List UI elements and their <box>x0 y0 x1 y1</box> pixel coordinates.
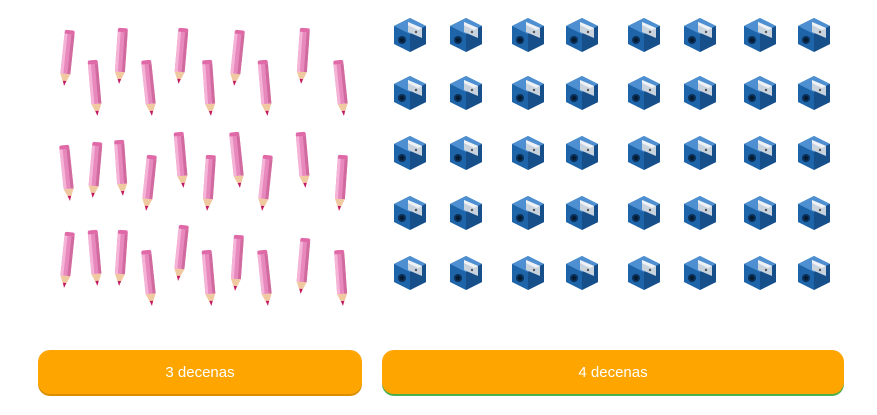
sharpener-icon <box>738 12 782 56</box>
sharpener-icon <box>560 70 604 114</box>
sharpener-icon <box>388 190 432 234</box>
pencil-icon <box>112 228 130 289</box>
sharpener-icon <box>444 130 488 174</box>
sharpener-icon <box>506 190 550 234</box>
pencil-icon <box>199 248 218 309</box>
sharpener-icon <box>792 12 836 56</box>
pencil-icon <box>171 26 190 87</box>
sharpener-icon <box>678 70 722 114</box>
sharpener-icon <box>444 250 488 294</box>
pencil-icon <box>200 153 218 214</box>
sharpener-icon <box>792 250 836 294</box>
pencil-icon <box>57 229 77 290</box>
sharpener-icon <box>444 190 488 234</box>
pencil-group <box>38 18 362 318</box>
sharpener-icon <box>444 12 488 56</box>
sharpener-icon <box>622 250 666 294</box>
sharpener-icon <box>678 12 722 56</box>
sharpener-icon <box>506 12 550 56</box>
pencil-icon <box>139 247 159 308</box>
pencil-icon <box>255 152 275 213</box>
pencil-icon <box>331 57 351 118</box>
sharpener-group <box>382 8 844 318</box>
answer-option-3-decenas[interactable]: 3 decenas <box>38 350 362 394</box>
sharpener-icon <box>506 130 550 174</box>
pencil-icon <box>57 27 77 88</box>
sharpener-icon <box>388 250 432 294</box>
sharpener-icon <box>622 70 666 114</box>
sharpener-icon <box>738 70 782 114</box>
sharpener-icon <box>622 12 666 56</box>
sharpener-icon <box>560 12 604 56</box>
pencil-icon <box>112 26 130 87</box>
pencil-icon <box>332 248 350 309</box>
pencil-icon <box>171 130 190 191</box>
sharpener-icon <box>792 70 836 114</box>
pencil-icon <box>228 233 246 294</box>
pencil-icon <box>294 26 312 87</box>
pencil-icon <box>200 58 218 119</box>
pencil-icon <box>255 247 275 308</box>
sharpener-icon <box>506 250 550 294</box>
sharpener-icon <box>560 250 604 294</box>
pencil-icon <box>227 129 247 190</box>
sharpener-icon <box>506 70 550 114</box>
pencil-icon <box>85 228 104 289</box>
pencil-icon <box>227 27 247 88</box>
sharpener-icon <box>792 130 836 174</box>
answer-option-4-decenas[interactable]: 4 decenas <box>382 350 844 394</box>
pencil-icon <box>332 153 350 214</box>
sharpener-icon <box>622 190 666 234</box>
pencil-icon <box>85 140 104 201</box>
sharpener-icon <box>678 130 722 174</box>
pencil-icon <box>171 222 191 283</box>
sharpener-icon <box>738 250 782 294</box>
sharpener-icon <box>678 190 722 234</box>
sharpener-icon <box>560 130 604 174</box>
pencil-icon <box>139 152 159 213</box>
pencil-icon <box>255 58 274 119</box>
sharpener-icon <box>388 70 432 114</box>
pencil-icon <box>139 57 159 118</box>
pencil-icon <box>57 142 77 203</box>
pencil-icon <box>293 130 312 191</box>
sharpener-icon <box>678 250 722 294</box>
sharpener-icon <box>792 190 836 234</box>
sharpener-icon <box>444 70 488 114</box>
sharpener-icon <box>738 130 782 174</box>
sharpener-icon <box>622 130 666 174</box>
pencil-icon <box>293 236 312 297</box>
sharpener-icon <box>388 130 432 174</box>
sharpener-icon <box>738 190 782 234</box>
pencil-icon <box>112 138 130 199</box>
sharpener-icon <box>388 12 432 56</box>
sharpener-icon <box>560 190 604 234</box>
pencil-icon <box>85 58 104 119</box>
